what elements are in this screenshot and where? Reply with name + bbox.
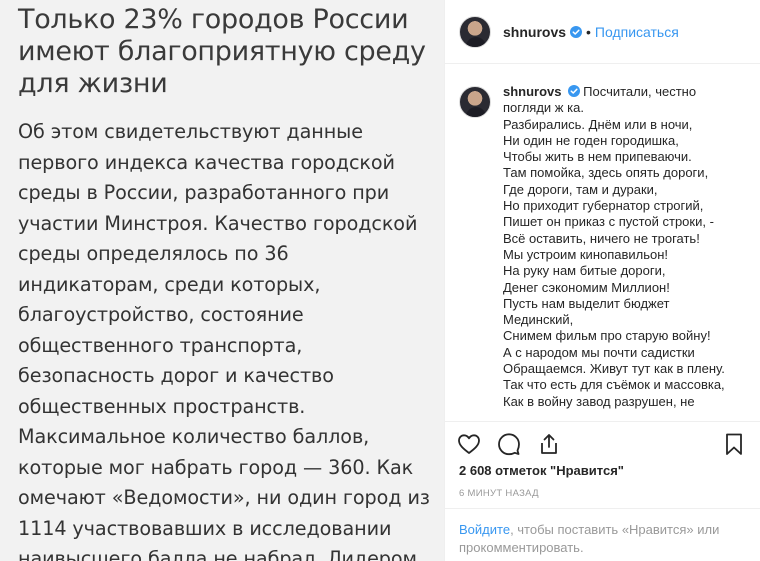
header-username[interactable]: shnurovs <box>503 24 566 40</box>
post-header: shnurovs • Подписаться <box>445 0 760 64</box>
follow-button[interactable]: Подписаться <box>595 24 679 40</box>
verified-badge-icon <box>567 85 580 97</box>
image-title-line: Только 23% городов России <box>18 4 409 35</box>
image-title-line: имеют благоприятную среду <box>18 36 426 67</box>
share-button[interactable] <box>537 430 577 458</box>
image-body-line: среды в России, разработанного при <box>18 181 390 204</box>
bookmark-icon <box>726 433 742 455</box>
caption-line: Так что есть для съёмок и массовка, <box>503 377 725 393</box>
actions-bar <box>445 421 760 461</box>
image-body-line: омечают «Ведомости», ни один город из <box>18 486 430 509</box>
like-button[interactable] <box>457 430 497 458</box>
comment-button[interactable] <box>497 430 537 458</box>
caption-line: На руку нам битые дороги, <box>503 263 666 279</box>
image-body-line: общественного транспорта, <box>18 333 303 357</box>
caption-text: shnurovs Посчитали, честно погляди ж ка.… <box>503 84 746 410</box>
caption-line: Там помойка, здесь опять дороги, <box>503 165 709 181</box>
image-body-line: среды определялось по 36 <box>18 242 289 265</box>
caption-line: Мединский, <box>503 312 574 328</box>
caption-username[interactable]: shnurovs <box>503 84 562 99</box>
image-body-line: участии Минстроя. Качество городской <box>18 211 418 235</box>
caption-comment: shnurovs Посчитали, честно погляди ж ка.… <box>459 84 746 410</box>
image-body-line: безопасность дорог и качество <box>18 364 334 387</box>
share-icon <box>541 434 557 454</box>
caption-line: Но приходит губернатор строгий, <box>503 198 704 214</box>
caption-line: Обращаемся. Живут тут как в плену. <box>503 361 725 377</box>
caption-line: Пусть нам выделит бюджет <box>503 295 670 311</box>
caption-line: Как в войну завод разрушен, не <box>503 393 695 409</box>
image-body-text: Об этом свидетельствуют данные первого и… <box>18 117 438 561</box>
avatar[interactable] <box>459 86 491 118</box>
image-title: Только 23% городов России имеют благопри… <box>18 4 438 100</box>
caption-line: Денег сэкономим Миллион! <box>503 279 670 295</box>
caption-line: Чтобы жить в нем припеваючи. <box>503 149 692 165</box>
caption-line: погляди ж ка. <box>503 100 584 116</box>
avatar[interactable] <box>459 15 491 48</box>
post-sidebar: shnurovs • Подписаться shnurovs Посчитал… <box>445 0 760 561</box>
image-body-line: которые мог набрать город — 360. Как <box>18 455 414 479</box>
login-link[interactable]: Войдите <box>459 522 510 537</box>
post-timestamp[interactable]: 6 минут назад <box>459 488 539 499</box>
image-title-line: для жизни <box>18 68 168 99</box>
caption-line: Где дороги, там и дураки, <box>503 181 658 197</box>
caption-first-line: shnurovs Посчитали, честно <box>503 84 746 100</box>
caption-line: Разбирались. Днём или в ночи, <box>503 116 693 132</box>
save-button[interactable] <box>722 430 746 458</box>
image-body-line: индикаторам, среди которых, <box>18 272 321 296</box>
verified-badge-icon <box>570 25 583 38</box>
caption-line: Мы устроим кинопавильон! <box>503 246 669 262</box>
caption-line: Ни один не годен городишка, <box>503 132 679 148</box>
image-body-line: Об этом свидетельствуют данные <box>18 120 363 143</box>
header-separator: • <box>586 23 591 40</box>
caption-line: Пишет он приказ с пустой строки, - <box>503 214 714 230</box>
image-body-line: Максимальное количество баллов, <box>18 425 370 448</box>
caption-line: Снимем фильм про старую войну! <box>503 328 711 344</box>
caption-line: Посчитали, честно <box>583 84 697 99</box>
login-prompt: Войдите, чтобы поставить «Нравится» или … <box>445 508 760 561</box>
post-image: Только 23% городов России имеют благопри… <box>0 0 444 561</box>
caption-line: Всё оставить, ничего не трогать! <box>503 230 700 246</box>
image-body-line: 1114 участвовавших в исследовании <box>18 516 392 540</box>
heart-icon <box>458 434 480 454</box>
caption-line: А с народом мы почти садистки <box>503 344 695 360</box>
likes-count[interactable]: 2 608 отметок "Нравится" <box>459 463 624 478</box>
image-body-line: общественных пространств. <box>18 394 306 418</box>
comments-area[interactable]: shnurovs Посчитали, честно погляди ж ка.… <box>445 64 760 421</box>
image-body-line: благоустройство, состояние <box>18 303 304 326</box>
comment-icon <box>498 433 520 456</box>
image-body-line: первого индекса качества городской <box>18 150 395 174</box>
image-body-line: наивысшего балла не набрал. Лидером <box>18 547 417 561</box>
